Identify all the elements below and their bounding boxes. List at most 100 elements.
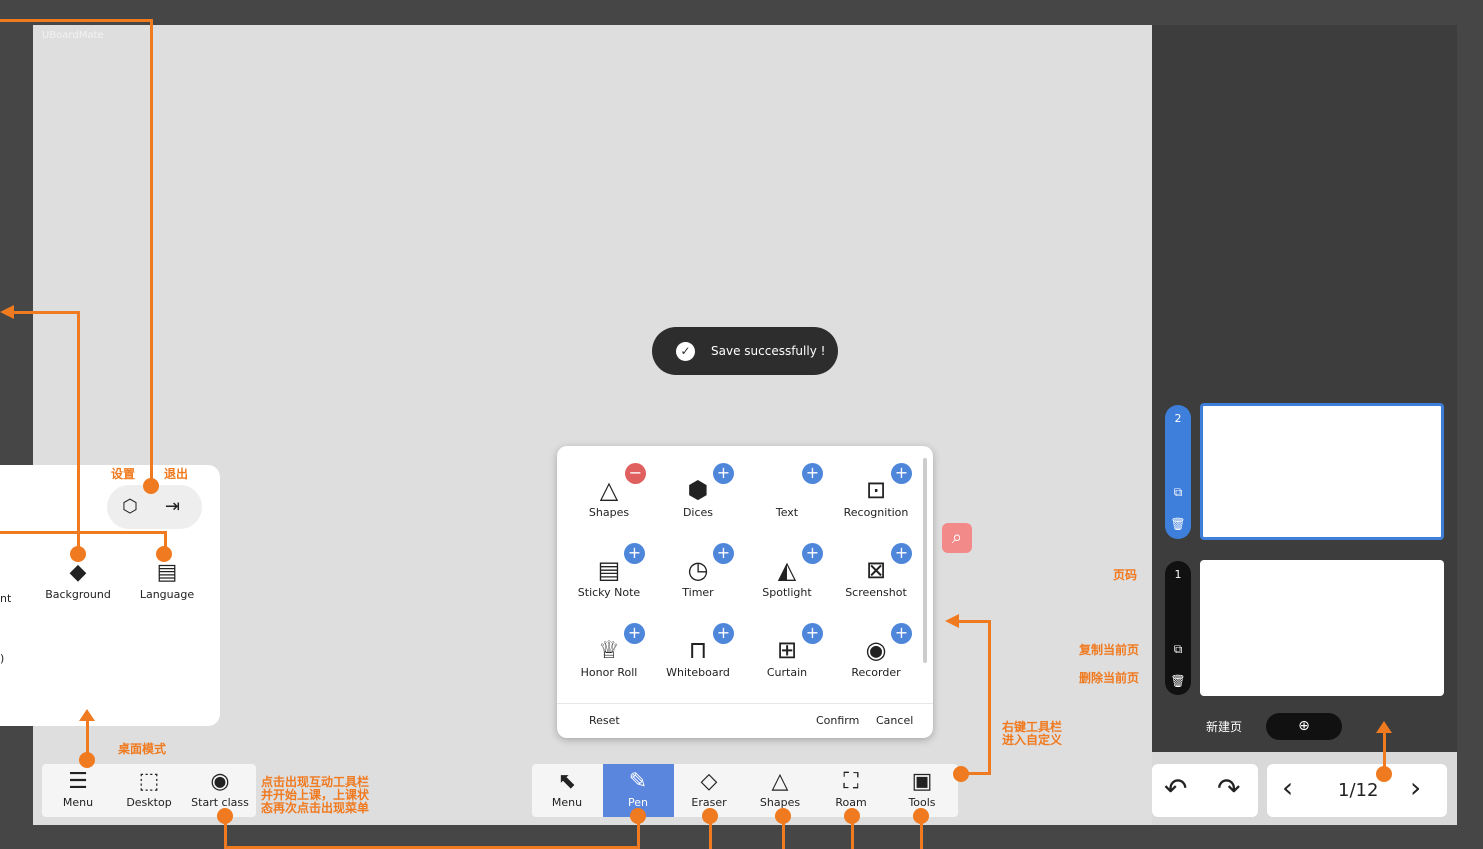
annotation-line bbox=[77, 311, 80, 551]
annotation-line-text: 进入自定义 bbox=[1002, 733, 1063, 747]
annotation-line bbox=[637, 816, 640, 849]
plus-circle-icon: ⊕ bbox=[1298, 718, 1310, 734]
prev-page-icon[interactable]: ‹ bbox=[1282, 771, 1293, 804]
reset-button[interactable]: Reset bbox=[589, 714, 620, 727]
annotation-line bbox=[851, 816, 854, 849]
annotation-exit: 退出 bbox=[164, 467, 189, 481]
annotation-dot bbox=[1376, 766, 1392, 782]
page-thumbnail-2[interactable] bbox=[1200, 403, 1444, 540]
page-number: 1 bbox=[1174, 568, 1182, 581]
check-icon: ✓ bbox=[676, 341, 695, 361]
page-thumbnail-1[interactable] bbox=[1200, 560, 1444, 696]
settings-gear-icon[interactable]: ⬡ bbox=[122, 496, 138, 517]
copy-page-icon[interactable]: ⧉ bbox=[1165, 642, 1191, 657]
search-icon[interactable]: ⌕ bbox=[942, 523, 972, 553]
menu-item-label: Background bbox=[45, 588, 111, 601]
toolbar-start-class-button[interactable]: ◉ Start class bbox=[185, 768, 255, 809]
roam-icon: ⛶ bbox=[843, 769, 859, 794]
toolbar-label: Tools bbox=[908, 796, 936, 809]
annotation-copy-page: 复制当前页 bbox=[1079, 643, 1140, 657]
triangle-icon: △ bbox=[771, 769, 789, 794]
add-tool-button[interactable]: + bbox=[713, 463, 734, 484]
tool-label: Curtain bbox=[766, 666, 808, 679]
tool-label: Screenshot bbox=[845, 586, 907, 599]
annotation-arrow bbox=[945, 614, 959, 628]
tool-label: Dices bbox=[682, 506, 714, 519]
desktop-icon: ⬚ bbox=[138, 769, 160, 794]
annotation-page-number: 页码 bbox=[1113, 568, 1138, 582]
toolbar-pen-button[interactable]: ✎ Pen bbox=[603, 768, 673, 809]
menu-item-language[interactable]: ▤ Language bbox=[127, 560, 207, 601]
toolbar-desktop-button[interactable]: ⬚ Desktop bbox=[114, 768, 184, 809]
annotation-dot bbox=[70, 546, 86, 562]
annotation-line bbox=[1383, 732, 1386, 770]
tool-label: Recorder bbox=[851, 666, 901, 679]
annotation-start-class: 点击出现互动工具栏 并开始上课，上课状 态再次点击出现菜单 bbox=[261, 776, 369, 815]
add-tool-button[interactable]: + bbox=[891, 543, 912, 564]
add-tool-button[interactable]: + bbox=[624, 543, 645, 564]
redo-icon[interactable]: ↷ bbox=[1217, 772, 1240, 805]
annotation-line bbox=[150, 19, 153, 486]
cancel-button[interactable]: Cancel bbox=[876, 714, 913, 727]
annotation-line bbox=[958, 620, 991, 623]
toolbar-select-button[interactable]: ⬉ Menu bbox=[532, 768, 602, 809]
broadcast-icon: ◉ bbox=[210, 769, 230, 794]
annotation-line bbox=[782, 816, 785, 849]
add-tool-button[interactable]: + bbox=[713, 543, 734, 564]
save-toast: ✓ Save successfully ! bbox=[652, 327, 838, 375]
hamburger-icon: ☰ bbox=[68, 769, 88, 794]
toolbar-menu-button[interactable]: ☰ Menu bbox=[43, 768, 113, 809]
add-tool-button[interactable]: + bbox=[802, 463, 823, 484]
add-tool-button[interactable]: + bbox=[802, 623, 823, 644]
toolbox-icon: ▣ bbox=[911, 769, 933, 794]
undo-icon[interactable]: ↶ bbox=[1164, 772, 1187, 805]
tool-label: Spotlight bbox=[762, 586, 812, 599]
translate-icon: ▤ bbox=[156, 560, 178, 585]
remove-tool-button[interactable]: − bbox=[625, 463, 646, 484]
annotation-right-click: 右键工具栏 进入自定义 bbox=[1002, 721, 1062, 747]
toast-message: Save successfully ! bbox=[711, 344, 826, 358]
tool-label: Whiteboard bbox=[666, 666, 730, 679]
toolbar-label: Menu bbox=[551, 796, 583, 809]
add-tool-button[interactable]: + bbox=[891, 623, 912, 644]
toolbar-label: Desktop bbox=[126, 796, 172, 809]
add-tool-button[interactable]: + bbox=[802, 543, 823, 564]
add-tool-button[interactable]: + bbox=[713, 623, 734, 644]
annotation-dot bbox=[79, 752, 95, 768]
toolbar-shapes-button[interactable]: △ Shapes bbox=[745, 768, 815, 809]
pen-icon: ✎ bbox=[628, 769, 648, 794]
menu-item-background[interactable]: ◆ Background bbox=[38, 560, 118, 601]
popup-scrollbar[interactable] bbox=[923, 458, 927, 663]
toolbar-label: Menu bbox=[62, 796, 94, 809]
confirm-button[interactable]: Confirm bbox=[816, 714, 859, 727]
page-number: 2 bbox=[1174, 412, 1182, 425]
cursor-icon: ⬉ bbox=[557, 769, 577, 794]
eraser-icon: ◇ bbox=[700, 769, 718, 794]
add-tool-button[interactable]: + bbox=[891, 463, 912, 484]
delete-page-icon[interactable]: 🗑 bbox=[1165, 517, 1191, 531]
annotation-dot bbox=[156, 546, 172, 562]
annotation-line bbox=[988, 620, 991, 775]
delete-page-icon[interactable]: 🗑 bbox=[1165, 674, 1191, 688]
exit-icon[interactable]: ⇥ bbox=[165, 496, 180, 517]
annotation-line bbox=[960, 772, 991, 775]
add-page-button[interactable]: ⊕ bbox=[1266, 713, 1342, 740]
add-tool-button[interactable]: + bbox=[624, 623, 645, 644]
annotation-line bbox=[0, 531, 167, 534]
toolbar-roam-button[interactable]: ⛶ Roam bbox=[816, 768, 886, 809]
next-page-icon[interactable]: › bbox=[1410, 771, 1421, 804]
tool-label: Timer bbox=[682, 586, 714, 599]
tool-label: Honor Roll bbox=[580, 666, 638, 679]
annotation-desktop-mode: 桌面模式 bbox=[118, 742, 167, 756]
toolbar-eraser-button[interactable]: ◇ Eraser bbox=[674, 768, 744, 809]
toolbar-label: Start class bbox=[191, 796, 249, 809]
annotation-settings: 设置 bbox=[111, 467, 136, 481]
popup-divider bbox=[557, 703, 933, 704]
paint-bucket-icon: ◆ bbox=[69, 560, 87, 585]
annotation-line bbox=[709, 816, 712, 849]
tool-label: Shapes bbox=[588, 506, 630, 519]
toolbar-tools-button[interactable]: ▣ Tools bbox=[887, 768, 957, 809]
annotation-line bbox=[0, 19, 153, 22]
copy-page-icon[interactable]: ⧉ bbox=[1165, 485, 1191, 500]
annotation-line bbox=[224, 816, 227, 849]
